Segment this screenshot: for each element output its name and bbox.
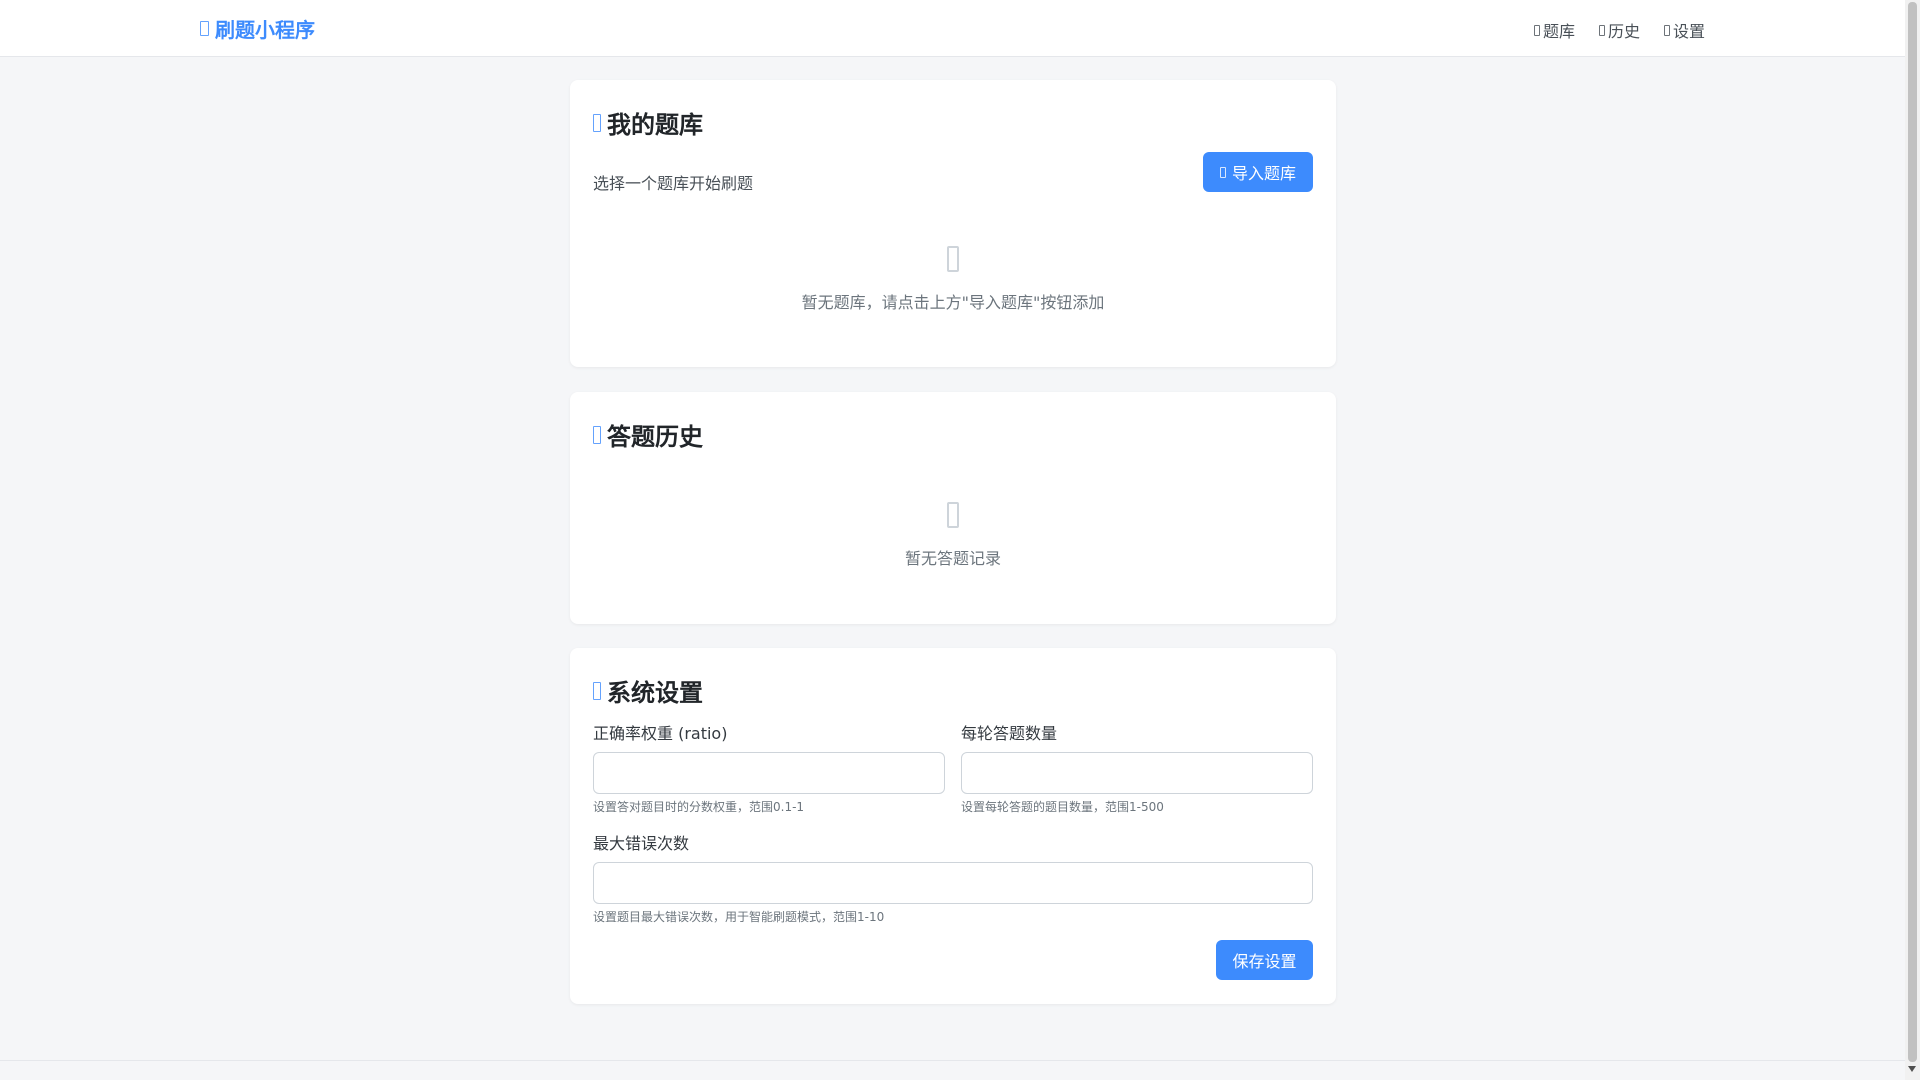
scroll-down-arrow-icon[interactable] — [1908, 1066, 1916, 1072]
ratio-label: 正确率权重 (ratio) — [593, 724, 728, 743]
question-bank-title: 我的题库 — [593, 105, 703, 140]
max-errors-hint: 设置题目最大错误次数，用于智能刷题模式，范围1-10 — [593, 910, 885, 924]
save-settings-button[interactable]: 保存设置 — [1216, 940, 1313, 980]
brand-link[interactable]: 刷题小程序 — [200, 14, 315, 43]
card-title-text: 答题历史 — [607, 423, 703, 451]
nav-links: 题库 历史 设置 — [1533, 18, 1705, 42]
count-input[interactable] — [961, 752, 1313, 794]
ratio-input[interactable] — [593, 752, 945, 794]
clipboard-icon — [947, 502, 959, 528]
count-label: 每轮答题数量 — [961, 724, 1058, 743]
question-bank-subtitle: 选择一个题库开始刷题 — [593, 174, 754, 193]
empty-history-text: 暂无答题记录 — [904, 549, 1001, 568]
book-icon — [1533, 24, 1540, 36]
brand-title: 刷题小程序 — [215, 18, 315, 42]
question-bank-card: 我的题库 选择一个题库开始刷题 导入题库 暂无题库，请点击上方"导入题库"按钮添… — [570, 80, 1336, 367]
history-icon — [1598, 24, 1605, 36]
nav-link-label: 设置 — [1672, 22, 1705, 41]
answer-history-title: 答题历史 — [593, 417, 703, 452]
history-icon — [593, 425, 601, 444]
book-icon — [593, 113, 601, 132]
book-icon — [200, 21, 209, 36]
system-settings-card: 系统设置 正确率权重 (ratio) 设置答对题目时的分数权重，范围0.1-1 … — [570, 648, 1336, 1004]
nav-link-label: 题库 — [1542, 22, 1575, 41]
count-hint: 设置每轮答题的题目数量，范围1-500 — [961, 800, 1164, 814]
max-errors-input[interactable] — [593, 862, 1313, 904]
nav-link-bank[interactable]: 题库 — [1533, 18, 1575, 42]
gear-icon — [593, 681, 601, 700]
system-settings-title: 系统设置 — [593, 673, 703, 708]
save-settings-label: 保存设置 — [1232, 952, 1297, 971]
card-title-text: 系统设置 — [607, 679, 703, 707]
ratio-hint: 设置答对题目时的分数权重，范围0.1-1 — [593, 800, 805, 814]
import-bank-button[interactable]: 导入题库 — [1203, 152, 1313, 192]
nav-link-history[interactable]: 历史 — [1598, 18, 1640, 42]
top-navbar: 刷题小程序 题库 历史 设置 — [0, 0, 1905, 57]
max-errors-label: 最大错误次数 — [593, 834, 690, 853]
vertical-scrollbar[interactable] — [1905, 0, 1920, 1080]
card-title-text: 我的题库 — [607, 111, 703, 139]
empty-bank-text: 暂无题库，请点击上方"导入题库"按钮添加 — [801, 293, 1105, 312]
box-icon — [947, 246, 959, 272]
footer — [0, 1060, 1905, 1080]
upload-icon — [1219, 166, 1226, 178]
scrollbar-thumb[interactable] — [1908, 2, 1917, 1062]
answer-history-card: 答题历史 暂无答题记录 — [570, 392, 1336, 624]
gear-icon — [1663, 24, 1670, 36]
import-bank-label: 导入题库 — [1231, 164, 1296, 183]
nav-link-label: 历史 — [1607, 22, 1640, 41]
nav-link-settings[interactable]: 设置 — [1663, 18, 1705, 42]
